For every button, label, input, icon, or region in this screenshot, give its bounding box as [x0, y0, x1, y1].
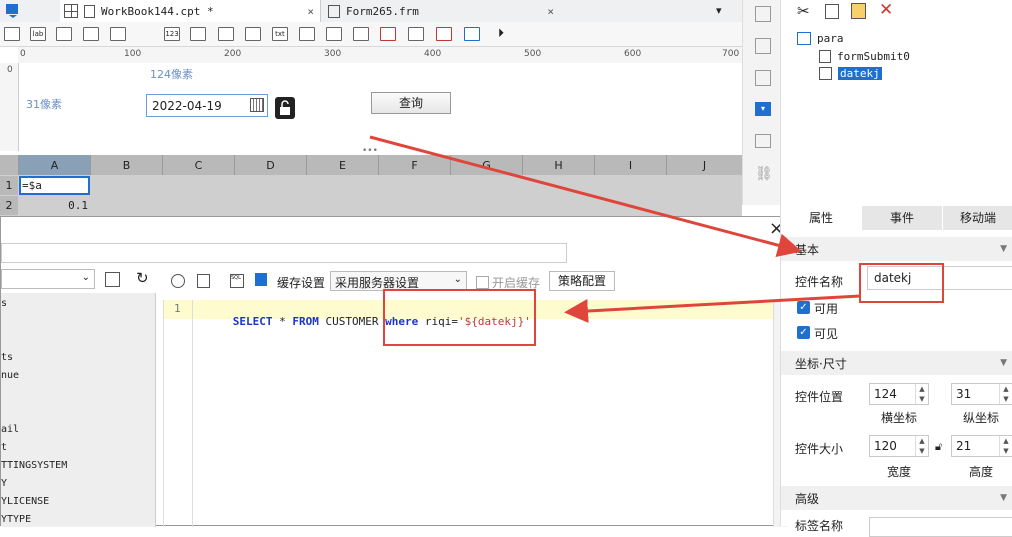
- arrow-to-sql: [564, 294, 861, 323]
- arrow-to-name-field: [369, 135, 802, 257]
- annotation-arrows: [369, 135, 861, 323]
